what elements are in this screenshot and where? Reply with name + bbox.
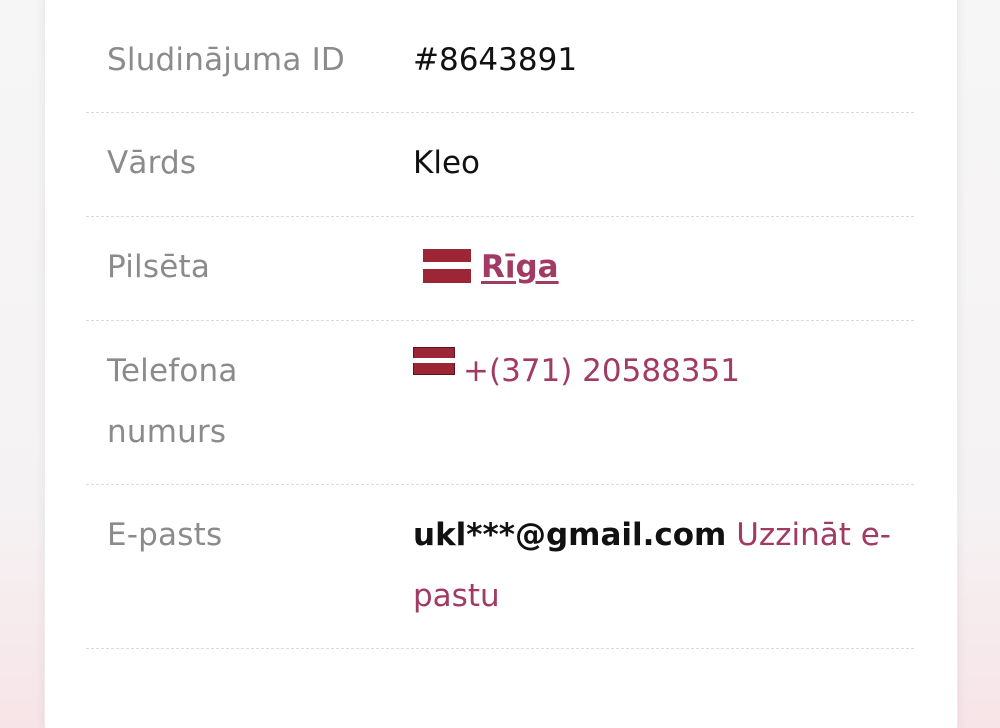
email-value: ukl***@gmail.com Uzzināt e-pastu <box>413 505 891 627</box>
city-value: Rīga <box>413 237 559 298</box>
row-city: Pilsēta Rīga <box>86 217 914 321</box>
phone-label-line2: numurs <box>107 414 227 450</box>
latvia-flag-icon <box>413 346 455 375</box>
city-link[interactable]: Rīga <box>481 249 559 285</box>
email-label: E-pasts <box>107 517 223 553</box>
row-email: E-pasts ukl***@gmail.com Uzzināt e-pastu <box>86 485 914 649</box>
name-label: Vārds <box>107 145 197 181</box>
row-name: Vārds Kleo <box>86 113 914 217</box>
phone-label-line1: Telefona <box>107 353 238 389</box>
name-value: Kleo <box>413 145 480 181</box>
city-label: Pilsēta <box>107 249 211 285</box>
row-phone: Telefona numurs +(371) 20588351 <box>86 321 914 485</box>
latvia-flag-icon <box>423 248 471 283</box>
phone-value: +(371) 20588351 <box>413 341 740 402</box>
row-listing-id: Sludinājuma ID #8643891 <box>86 0 914 113</box>
phone-link[interactable]: +(371) 20588351 <box>463 353 740 389</box>
email-masked: ukl***@gmail.com <box>413 517 727 553</box>
listing-id-value: #8643891 <box>413 42 578 78</box>
listing-id-label: Sludinājuma ID <box>107 42 345 78</box>
reveal-email-line2: pastu <box>413 578 500 614</box>
phone-label: Telefona numurs <box>107 341 238 463</box>
reveal-email-line1: Uzzināt e- <box>736 517 891 553</box>
